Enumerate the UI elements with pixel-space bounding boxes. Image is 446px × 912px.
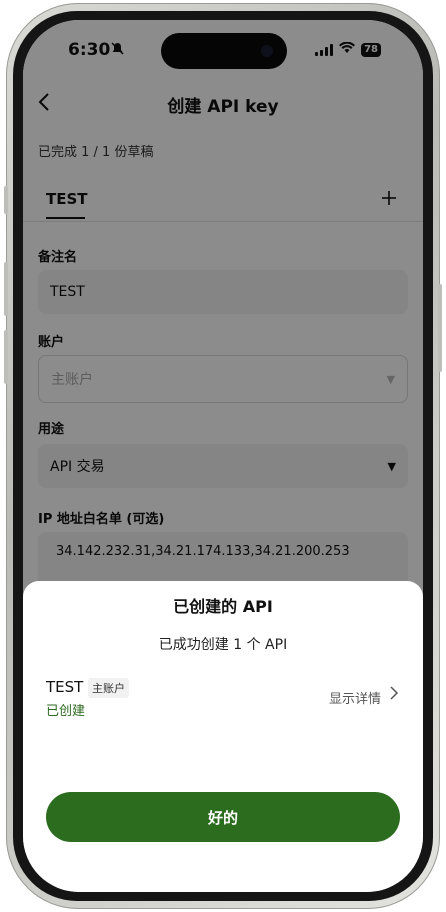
sheet-title: 已创建的 API [173, 597, 273, 616]
power-button [438, 284, 442, 372]
screen: 6:30 78 创建 API key 已完成 1 / 1 份草稿 TEST 备注… [23, 20, 423, 892]
created-api-sheet: 已创建的 API 已成功创建 1 个 API TEST 主账户 已创建 显示详情… [23, 581, 423, 892]
volume-down-button [4, 330, 8, 384]
show-details-link[interactable]: 显示详情 [329, 688, 381, 707]
sheet-subtitle: 已成功创建 1 个 API [158, 637, 288, 653]
account-badge: 主账户 [88, 678, 129, 698]
api-status: 已创建 [46, 704, 86, 719]
chevron-right-icon[interactable] [389, 685, 399, 706]
ok-button[interactable]: 好的 [46, 792, 400, 842]
api-name: TEST [46, 678, 84, 696]
action-button [4, 186, 8, 214]
volume-up-button [4, 262, 8, 316]
